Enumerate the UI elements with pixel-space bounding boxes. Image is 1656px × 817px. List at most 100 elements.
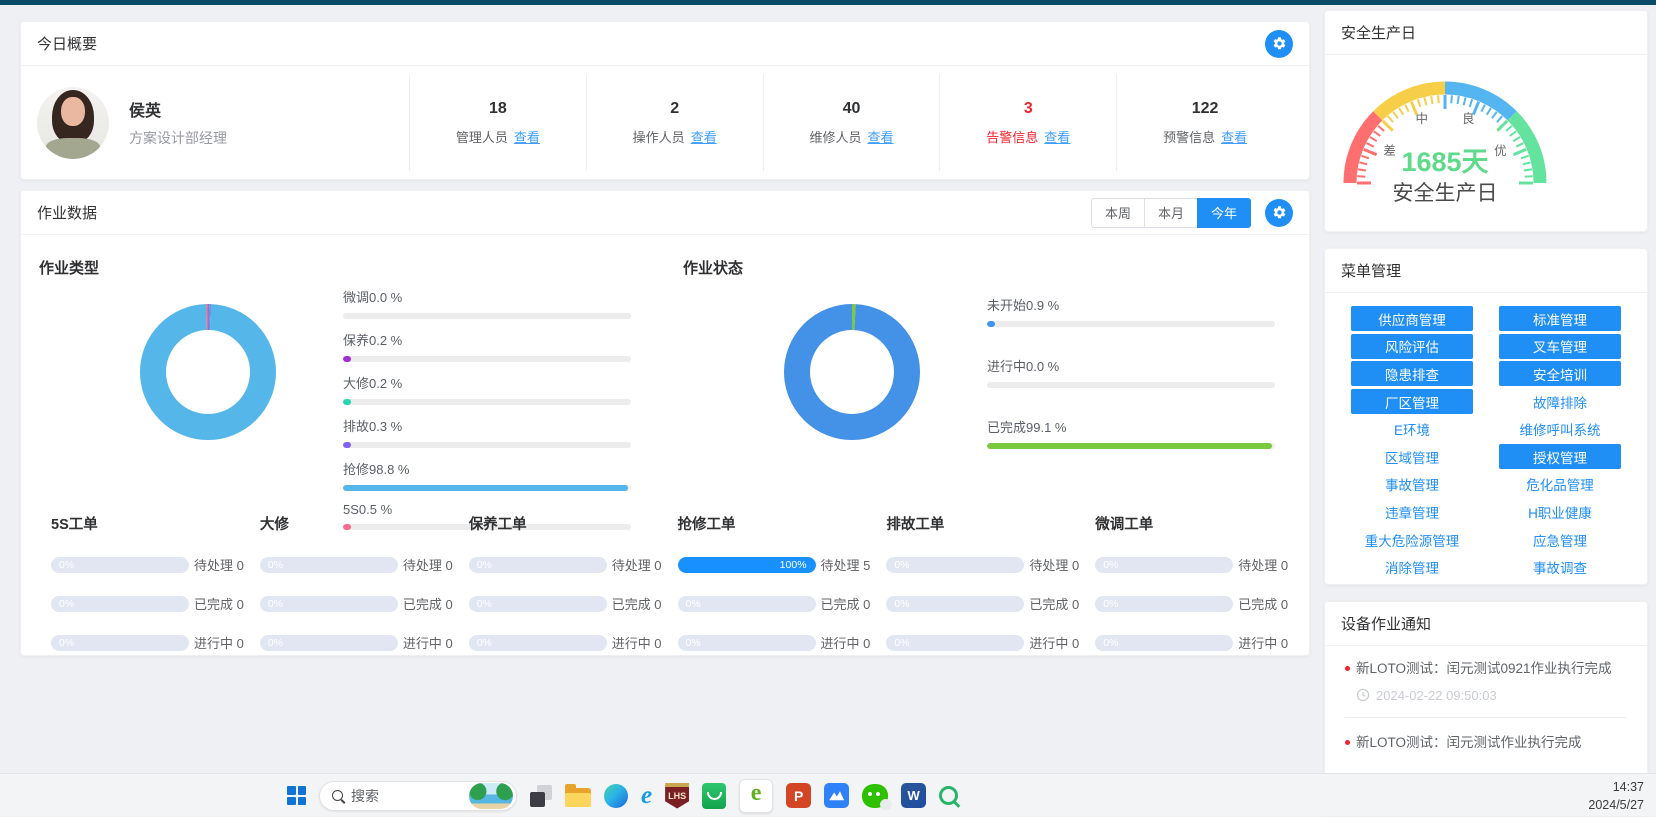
legend-track [343, 485, 631, 491]
stat-block-3: 40维修人员查看 [763, 75, 940, 171]
gauge-tick [1525, 176, 1533, 177]
order-column-5: 排故工单 0%待处理 0 0%已完成 00% 进行中 0 [886, 513, 1079, 652]
menu-item-20[interactable]: 事故调查 [1499, 555, 1621, 580]
order-count-label: 进行中 0 [1029, 633, 1079, 652]
progress-percent: 0% [268, 637, 283, 649]
view-link[interactable]: 查看 [1221, 130, 1247, 145]
order-count-label: 进行中 0 [403, 633, 453, 652]
legend-item: 抢修98.8 % [343, 459, 631, 491]
progress-pill: 100% [678, 557, 816, 573]
menu-item-10[interactable]: 维修呼叫系统 [1499, 417, 1621, 442]
word-icon[interactable]: W [901, 783, 926, 808]
progress-pill: 0% [469, 635, 607, 651]
menu-item-12[interactable]: 授权管理 [1499, 444, 1621, 469]
menu-item-18[interactable]: 应急管理 [1499, 527, 1621, 552]
stat-block-5: 122预警信息查看 [1116, 75, 1293, 171]
browser-360-icon[interactable]: e [739, 779, 773, 813]
work-data-settings-button[interactable] [1265, 199, 1293, 227]
menu-item-7[interactable]: 厂区管理 [1351, 389, 1473, 414]
file-explorer-icon[interactable] [565, 788, 591, 807]
gauge-tick [1492, 112, 1497, 118]
menu-item-8[interactable]: 故障排除 [1499, 389, 1621, 414]
gauge-tick [1359, 162, 1367, 164]
menu-item-16[interactable]: H职业健康 [1499, 499, 1621, 524]
order-title: 5S工单 [51, 513, 244, 535]
work-status-donut [777, 297, 927, 447]
search-icon [332, 790, 343, 801]
legend-track [987, 321, 1275, 327]
mountain-app-icon[interactable] [824, 783, 849, 808]
order-row: 0%待处理 0 [886, 555, 1079, 574]
powerpoint-icon[interactable]: P [786, 783, 811, 808]
app-store-icon[interactable] [702, 783, 726, 809]
order-title: 排故工单 [886, 513, 1079, 535]
stat-block-2: 2 操作人员查看 [586, 75, 763, 171]
progress-pill: 0% [1095, 557, 1233, 573]
gauge-tick [1438, 95, 1439, 103]
stat-block-1: 18管理人员查看 [409, 75, 586, 171]
menu-item-19[interactable]: 消除管理 [1351, 555, 1473, 580]
order-row: 0%进行中 0 [51, 633, 244, 652]
menu-item-4[interactable]: 叉车管理 [1499, 334, 1621, 359]
range-tab-2[interactable]: 本月 [1144, 198, 1198, 228]
menu-item-13[interactable]: 事故管理 [1351, 472, 1473, 497]
menu-item-1[interactable]: 供应商管理 [1351, 306, 1473, 331]
menu-item-6[interactable]: 安全培训 [1499, 361, 1621, 386]
timestamp: 2024-02-22 09:50:03 [1376, 688, 1497, 703]
wechat-icon[interactable] [862, 784, 888, 808]
view-link[interactable]: 查看 [867, 130, 893, 145]
taskbar-clock[interactable]: 14:37 2024/5/27 [1588, 779, 1644, 814]
progress-percent: 0% [894, 598, 909, 610]
taskbar-search[interactable]: 搜索 [319, 781, 517, 811]
view-link[interactable]: 查看 [691, 130, 717, 145]
order-count-label: 进行中 0 [821, 633, 871, 652]
order-column-4: 抢修工单100%待处理 50%已完成 00%进行中 0 [678, 513, 871, 652]
stat-label-row: 操作人员查看 [633, 127, 717, 146]
gauge-tick [1451, 95, 1452, 103]
order-count-label: 已完成 0 [821, 594, 871, 613]
menu-item-17[interactable]: 重大危险源管理 [1351, 527, 1473, 552]
stat-value: 122 [1192, 100, 1219, 118]
menu-item-5[interactable]: 隐患排查 [1351, 361, 1473, 386]
range-tab-3[interactable]: 今年 [1197, 198, 1251, 228]
notification-time: 2024-02-22 09:50:03 [1356, 688, 1627, 703]
order-count-label: 已完成 0 [612, 594, 662, 613]
order-count-label: 待处理 5 [821, 555, 871, 574]
edge-browser-icon[interactable] [604, 784, 628, 808]
legend-item: 进行中0.0 % [987, 356, 1275, 388]
gauge-chart: 差中良优1685天安全生产日 [1325, 63, 1565, 213]
progress-pill: 0% [886, 596, 1024, 612]
menu-item-3[interactable]: 风险评估 [1351, 334, 1473, 359]
view-link[interactable]: 查看 [514, 130, 540, 145]
stat-value: 2 [670, 100, 679, 118]
legend-label: 抢修98.8 % [343, 459, 631, 478]
user-role: 方案设计部经理 [129, 128, 227, 148]
windows-start-button[interactable] [287, 786, 306, 805]
progress-pill: 0% [1095, 635, 1233, 651]
menu-item-14[interactable]: 危化品管理 [1499, 472, 1621, 497]
notices-header: 设备作业通知 [1325, 602, 1647, 646]
lhs-app-icon[interactable]: LHS [665, 783, 689, 809]
order-column-6: 微调工单0%待处理 00%已完成 00%进行中 0 [1095, 513, 1288, 652]
overview-settings-button[interactable] [1265, 30, 1293, 58]
legend-fill [987, 321, 995, 327]
menu-item-9[interactable]: E环境 [1351, 417, 1473, 442]
gauge-tick [1510, 131, 1516, 136]
ie-browser-icon[interactable]: e [641, 786, 652, 806]
stat-block-4: 3告警信息查看 [939, 75, 1116, 171]
order-row: 0%已完成 0 [886, 594, 1079, 613]
order-count-label: 待处理 0 [194, 555, 244, 574]
order-row: 0%已完成 0 [678, 594, 871, 613]
range-tab-1[interactable]: 本周 [1091, 198, 1145, 228]
view-link[interactable]: 查看 [1044, 130, 1070, 145]
menu-item-2[interactable]: 标准管理 [1499, 306, 1621, 331]
menu-item-15[interactable]: 违章管理 [1351, 499, 1473, 524]
task-view-icon[interactable] [530, 785, 552, 807]
menu-item-11[interactable]: 区域管理 [1351, 444, 1473, 469]
legend-item: 微调0.0 % [343, 287, 631, 319]
overview-stats: 18管理人员查看 2 操作人员查看 40维修人员查看3告警信息查看122预警信息查看 [409, 75, 1293, 171]
legend-fill [987, 443, 1272, 449]
progress-pill: 0% [51, 635, 189, 651]
search-tool-icon[interactable] [939, 786, 958, 805]
legend-label: 保养0.2 % [343, 330, 631, 349]
